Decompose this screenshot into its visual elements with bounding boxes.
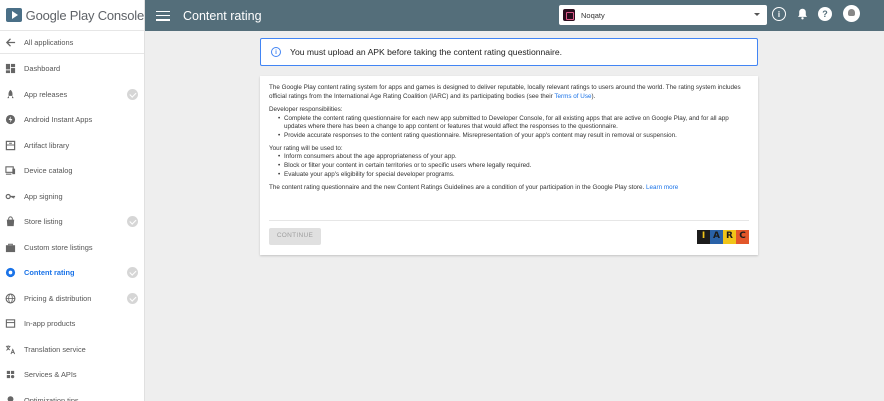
account-avatar[interactable] — [843, 5, 860, 22]
notifications-bell-icon[interactable] — [795, 7, 809, 21]
lightbulb-icon — [5, 395, 16, 401]
intro-paragraph: The Google Play content rating system fo… — [269, 84, 749, 101]
sidebar-item-translation-service[interactable]: Translation service — [0, 337, 144, 363]
sidebar-item-artifact-library[interactable]: Artifact library — [0, 133, 144, 159]
hamburger-menu-icon[interactable] — [156, 10, 170, 21]
sidebar-item-services-apis[interactable]: Services & APIs — [0, 362, 144, 388]
sidebar-item-label: Pricing & distribution — [24, 293, 92, 303]
list-item: Complete the content rating questionnair… — [278, 115, 749, 132]
iarc-letter: R — [723, 229, 736, 244]
sidebar-item-label: All applications — [24, 37, 74, 47]
uses-list: Inform consumers about the age appropria… — [278, 153, 749, 180]
sidebar-item-device-catalog[interactable]: Device catalog — [0, 158, 144, 184]
play-console-logo-icon — [6, 8, 22, 22]
responsibilities-list: Complete the content rating questionnair… — [278, 115, 749, 141]
cart-icon — [5, 318, 16, 329]
sidebar-item-app-signing[interactable]: App signing — [0, 184, 144, 210]
list-item: Block or filter your content in certain … — [278, 162, 749, 171]
services-icon — [5, 369, 16, 380]
archive-icon — [5, 140, 16, 151]
notice-text: You must upload an APK before taking the… — [290, 47, 563, 57]
sidebar-item-label: In-app products — [24, 319, 76, 329]
list-item: Provide accurate responses to the conten… — [278, 132, 749, 141]
completed-check-icon — [127, 267, 138, 278]
condition-text: The content rating questionnaire and the… — [269, 183, 646, 191]
completed-check-icon — [127, 216, 138, 227]
info-icon: i — [271, 47, 281, 57]
top-bar: Content rating Noqaty i ? — [145, 0, 884, 31]
sidebar-nav: All applications Dashboard App releases And… — [0, 31, 144, 401]
page-title: Content rating — [183, 8, 262, 23]
continue-button[interactable]: CONTINUE — [269, 228, 321, 245]
sidebar: Google Play Console All applications Dash… — [0, 0, 145, 401]
custom-store-icon — [5, 242, 16, 253]
app-name: Noqaty — [581, 10, 605, 20]
brand-name: Google Play Console — [25, 7, 144, 23]
sidebar-item-android-instant-apps[interactable]: Android Instant Apps — [0, 107, 144, 133]
sidebar-item-label: Device catalog — [24, 166, 73, 176]
sidebar-item-label: App releases — [24, 89, 68, 99]
sidebar-item-content-rating[interactable]: Content rating — [0, 260, 144, 286]
dashboard-icon — [5, 63, 16, 74]
help-icon[interactable]: ? — [818, 7, 832, 21]
sidebar-item-label: Translation service — [24, 344, 86, 354]
sidebar-item-label: Dashboard — [24, 64, 61, 74]
sidebar-item-label: Optimization tips — [24, 395, 79, 401]
app-icon — [563, 9, 575, 21]
sidebar-item-optimization-tips[interactable]: Optimization tips — [0, 388, 144, 401]
intro-end: ). — [591, 92, 596, 100]
sidebar-item-label: Services & APIs — [24, 370, 77, 380]
sidebar-item-all-applications[interactable]: All applications — [0, 31, 144, 54]
list-item: Evaluate your app's eligibility for spec… — [278, 171, 749, 180]
iarc-logo: IARC — [697, 229, 749, 244]
responsibilities-heading: Developer responsibilities: — [269, 105, 343, 113]
condition-paragraph: The content rating questionnaire and the… — [269, 184, 749, 193]
sidebar-item-dashboard[interactable]: Dashboard — [0, 56, 144, 82]
sidebar-item-app-releases[interactable]: App releases — [0, 82, 144, 108]
learn-more-link[interactable]: Learn more — [646, 184, 678, 191]
sidebar-item-label: Artifact library — [24, 140, 70, 150]
intro-text: The Google Play content rating system fo… — [269, 84, 741, 100]
sidebar-item-store-listing[interactable]: Store listing — [0, 209, 144, 235]
content-rating-card: The Google Play content rating system fo… — [260, 76, 758, 255]
completed-check-icon — [127, 292, 138, 304]
info-icon[interactable]: i — [772, 7, 786, 21]
arrow-back-icon — [5, 37, 16, 48]
brand[interactable]: Google Play Console — [0, 0, 144, 31]
rating-icon — [5, 267, 16, 278]
sidebar-item-pricing-distribution[interactable]: Pricing & distribution — [0, 286, 144, 312]
store-icon — [5, 216, 16, 227]
terms-of-use-link[interactable]: Terms of Use — [554, 93, 591, 100]
sidebar-item-label: Custom store listings — [24, 242, 93, 252]
sidebar-item-label: App signing — [24, 191, 63, 201]
completed-check-icon — [127, 88, 138, 100]
key-icon — [5, 191, 16, 202]
iarc-letter: C — [736, 229, 749, 244]
translate-icon — [5, 344, 16, 355]
globe-icon — [5, 293, 16, 304]
app-selector[interactable]: Noqaty — [559, 5, 767, 25]
list-item: Inform consumers about the age appropria… — [278, 153, 749, 162]
iarc-letter: A — [710, 229, 723, 244]
sidebar-item-label: Android Instant Apps — [24, 115, 93, 125]
card-footer: CONTINUE IARC — [269, 220, 749, 246]
sidebar-item-custom-store-listings[interactable]: Custom store listings — [0, 235, 144, 261]
apk-required-notice: i You must upload an APK before taking t… — [260, 38, 758, 66]
iarc-letter: I — [697, 229, 710, 244]
sidebar-item-label: Store listing — [24, 217, 63, 227]
instant-apps-icon — [5, 114, 16, 125]
sidebar-item-label: Content rating — [24, 268, 75, 278]
uses-heading: Your rating will be used to: — [269, 144, 343, 152]
chevron-down-icon — [754, 13, 760, 16]
rocket-icon — [5, 89, 16, 100]
device-icon — [5, 165, 16, 176]
sidebar-item-in-app-products[interactable]: In-app products — [0, 311, 144, 337]
